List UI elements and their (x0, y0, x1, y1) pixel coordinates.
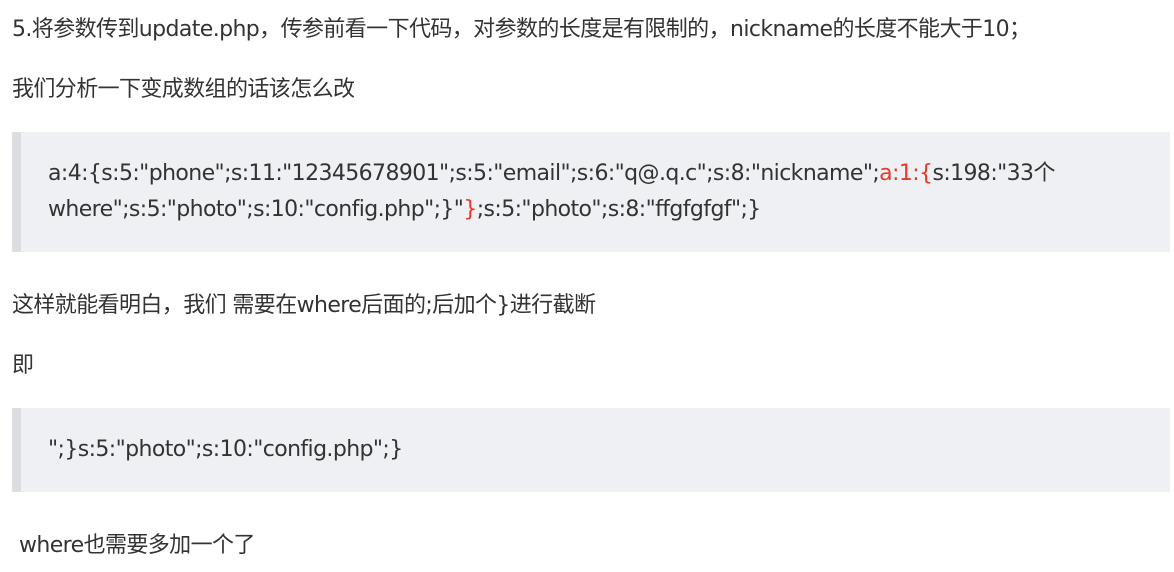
paragraph-where-note: where也需要多加一个了 (19, 533, 255, 558)
article-content: 5.将参数传到update.php，传参前看一下代码，对参数的长度是有限制的，n… (0, 0, 1174, 572)
payload-line-2-suffix: ;s:5:"photo";s:8:"ffgfgfgf";} (476, 197, 762, 222)
payload-line-1: a:4:{s:5:"phone";s:11:"12345678901";s:5:… (48, 156, 1055, 192)
payload-line-2-prefix: where";s:5:"photo";s:10:"config.php";}" (48, 197, 464, 222)
payload-line-2-highlight: } (463, 197, 477, 222)
paragraph-ie: 即 (12, 353, 34, 378)
injection-snippet-line: ";}s:5:"photo";s:10:"config.php";} (48, 437, 403, 462)
injection-snippet-block: ";}s:5:"photo";s:10:"config.php";} (12, 408, 1170, 492)
paragraph-analysis: 我们分析一下变成数组的话该怎么改 (12, 77, 355, 102)
paragraph-step-5: 5.将参数传到update.php，传参前看一下代码，对参数的长度是有限制的，n… (12, 17, 1031, 42)
payload-line-1-suffix: s:198:"33个 (932, 161, 1055, 186)
payload-line-1-prefix: a:4:{s:5:"phone";s:11:"12345678901";s:5:… (48, 161, 880, 186)
payload-line-2: where";s:5:"photo";s:10:"config.php";}"}… (48, 192, 761, 228)
serialized-payload-block: a:4:{s:5:"phone";s:11:"12345678901";s:5:… (12, 132, 1170, 252)
paragraph-explanation: 这样就能看明白，我们 需要在where后面的;后加个}进行截断 (12, 293, 596, 318)
payload-line-1-highlight: a:1:{ (879, 161, 933, 186)
